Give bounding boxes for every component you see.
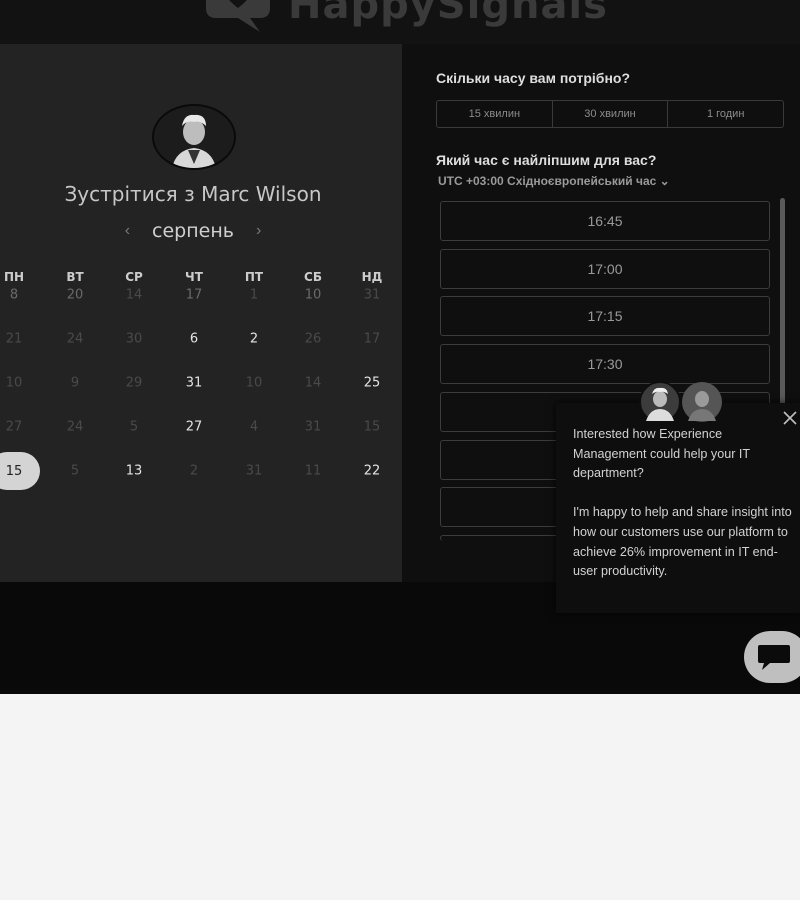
- weekday-label: ЧТ: [185, 270, 203, 284]
- chat-agent-avatars: [636, 381, 728, 423]
- weekday-label: НД: [361, 270, 383, 284]
- chat-popup-message: Interested how Experience Management cou…: [573, 425, 795, 601]
- meeting-title: Зустрітися з Marc Wilson: [64, 182, 322, 206]
- weekday-label: СБ: [304, 270, 322, 284]
- month-navigation: ‹ серпень ›: [0, 220, 386, 242]
- weekday-label: ПН: [3, 270, 25, 284]
- calendar-day[interactable]: 31: [186, 376, 203, 391]
- calendar-day[interactable]: 2: [250, 332, 258, 347]
- calendar-day[interactable]: 21: [6, 332, 23, 347]
- weekday-label: ПТ: [244, 270, 264, 284]
- calendar-day[interactable]: 24: [67, 420, 84, 435]
- chevron-right-icon[interactable]: ›: [256, 222, 261, 240]
- calendar-day[interactable]: 29: [126, 376, 143, 391]
- calendar-day[interactable]: 8: [10, 288, 18, 303]
- calendar-panel: Зустрітися з Marc Wilson ‹ серпень › ПН В…: [0, 44, 402, 582]
- chat-popup-paragraph: Interested how Experience Management cou…: [573, 427, 750, 481]
- calendar-day[interactable]: 24: [67, 332, 84, 347]
- duration-option-15[interactable]: 15 хвилин: [437, 101, 553, 127]
- month-label: серпень: [152, 220, 234, 242]
- calendar-day[interactable]: 17: [186, 288, 203, 303]
- calendar-day[interactable]: 10: [6, 376, 23, 391]
- calendar-day[interactable]: 27: [186, 420, 203, 435]
- chat-launcher-button[interactable]: [744, 631, 800, 683]
- chevron-left-icon[interactable]: ‹: [125, 222, 130, 240]
- speech-heart-icon: [200, 0, 276, 32]
- duration-option-60[interactable]: 1 годин: [668, 101, 783, 127]
- timezone-select[interactable]: UTC +03:00 Східноєвропейський час ⌄: [438, 174, 670, 188]
- scheduler-app: HappySignals Зустрітися з Marc Wilson ‹ …: [0, 0, 800, 694]
- close-icon[interactable]: [781, 409, 799, 427]
- calendar-day[interactable]: 22: [364, 464, 381, 479]
- time-slot[interactable]: 17:00: [440, 249, 770, 289]
- calendar-day[interactable]: 17: [364, 332, 381, 347]
- calendar-day[interactable]: 14: [305, 376, 322, 391]
- calendar-day[interactable]: 4: [250, 420, 258, 435]
- time-slot[interactable]: 17:30: [440, 344, 770, 384]
- calendar-day[interactable]: 2: [190, 464, 198, 479]
- calendar-day[interactable]: 6: [190, 332, 198, 347]
- duration-question: Скільки часу вам потрібно?: [436, 70, 631, 86]
- weekday-label: ВТ: [66, 270, 84, 284]
- calendar-day[interactable]: 5: [71, 464, 79, 479]
- weekday-label: СР: [125, 270, 143, 284]
- calendar-day[interactable]: 31: [246, 464, 263, 479]
- logo: HappySignals: [200, 0, 608, 32]
- calendar-day-selected[interactable]: 15: [0, 452, 40, 490]
- calendar-day[interactable]: 10: [246, 376, 263, 391]
- header: HappySignals: [0, 0, 800, 44]
- avatar: [152, 104, 236, 170]
- calendar-day[interactable]: 25: [364, 376, 381, 391]
- duration-selector: 15 хвилин 30 хвилин 1 годин: [436, 100, 784, 128]
- time-question: Який час є найліпшим для вас?: [436, 152, 657, 168]
- calendar-day[interactable]: 20: [67, 288, 84, 303]
- calendar-day[interactable]: 1: [250, 288, 258, 303]
- chat-popup-paragraph: I'm happy to help and share insight into…: [573, 505, 792, 579]
- calendar-day[interactable]: 26: [305, 332, 322, 347]
- calendar-day[interactable]: 5: [130, 420, 138, 435]
- time-slot[interactable]: 17:15: [440, 296, 770, 336]
- calendar-day[interactable]: 15: [364, 420, 381, 435]
- calendar-day[interactable]: 27: [6, 420, 23, 435]
- calendar-day[interactable]: 30: [126, 332, 143, 347]
- calendar-day[interactable]: 10: [305, 288, 322, 303]
- chat-bubble-icon: [758, 645, 790, 670]
- chat-popup: Interested how Experience Management cou…: [556, 403, 800, 613]
- calendar-day[interactable]: 31: [305, 420, 322, 435]
- duration-option-30[interactable]: 30 хвилин: [553, 101, 669, 127]
- calendar-day[interactable]: 13: [126, 464, 143, 479]
- time-slot-scrollbar[interactable]: [780, 198, 785, 408]
- time-slot[interactable]: 16:45: [440, 201, 770, 241]
- logo-text: HappySignals: [288, 0, 608, 28]
- calendar-day[interactable]: 9: [71, 376, 79, 391]
- calendar-day[interactable]: 11: [305, 464, 322, 479]
- calendar-day[interactable]: 14: [126, 288, 143, 303]
- calendar-day[interactable]: 31: [364, 288, 381, 303]
